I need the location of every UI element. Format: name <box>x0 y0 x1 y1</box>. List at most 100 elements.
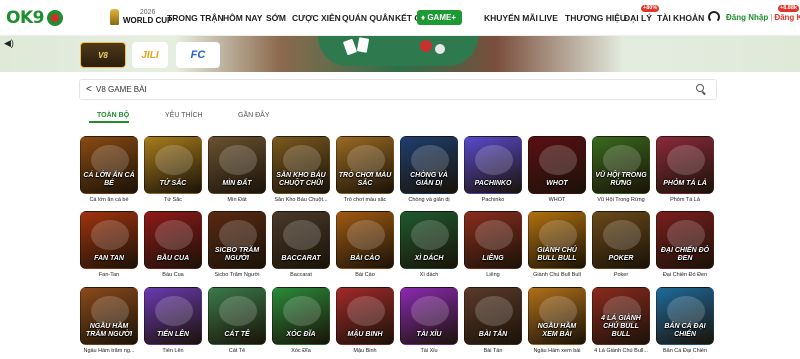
game-caption: Liêng <box>486 272 500 278</box>
nav-cuoc-xien[interactable]: CƯỢC XIÊN <box>292 12 341 24</box>
game-tile[interactable]: BÀI CÀO Bài Cào <box>336 211 396 279</box>
speaker-icon[interactable]: ◀) <box>4 38 14 48</box>
game-tile[interactable]: PHỎM TÁ LẢ Phỏm Tá Lả <box>656 136 716 204</box>
game-thumbnail[interactable]: PACHINKO <box>464 136 522 194</box>
nav-thuong-hieu[interactable]: THƯƠNG HIỆU <box>565 12 626 24</box>
provider-fc-button[interactable]: FC <box>176 42 220 68</box>
game-tile[interactable]: CÁT TÊ Cát Tê <box>208 287 268 355</box>
game-artwork <box>667 220 705 250</box>
nav-tai-khoan[interactable]: TÀI KHOẢN <box>657 12 704 24</box>
game-artwork <box>539 296 577 326</box>
nav-khuyen-mai[interactable]: KHUYẾN MÃI <box>484 12 538 24</box>
login-link[interactable]: Đăng Nhập <box>726 13 768 22</box>
support-headset-icon[interactable] <box>708 11 720 23</box>
site-logo[interactable]: OK9 <box>6 8 63 28</box>
game-thumbnail[interactable]: TIẾN LÊN <box>144 287 202 345</box>
nav-hom-nay[interactable]: HÔM NAY <box>223 12 262 24</box>
game-tile[interactable]: SICBO TRĂM NGƯỜI Sicbo Trăm Người <box>208 211 268 279</box>
game-thumbnail[interactable]: ĐẠI CHIẾN ĐỎ ĐEN <box>656 211 714 269</box>
game-thumbnail[interactable]: BACCARAT <box>272 211 330 269</box>
game-tile[interactable]: WHOT WHOT <box>528 136 588 204</box>
game-artwork <box>411 296 449 326</box>
game-thumbnail[interactable]: NGẦU HẦM XEM BÀI <box>528 287 586 345</box>
game-tile[interactable]: ĐẠI CHIẾN ĐỎ ĐEN Đại Chiến Đỏ Đen <box>656 211 716 279</box>
game-caption: Bầu Cua <box>162 272 184 278</box>
game-artwork <box>475 145 513 175</box>
game-tile[interactable]: 4 LÁ GIÀNH CHỦ BULL BULL 4 Lá Giành Chủ B… <box>592 287 652 355</box>
game-thumbnail[interactable]: TỨ SẮC <box>144 136 202 194</box>
provider-v8-button[interactable]: V8 <box>80 42 126 68</box>
game-tile[interactable]: POKER Poker <box>592 211 652 279</box>
game-tile[interactable]: NGẦU HẦM XEM BÀI Ngầu Hầm xem bài <box>528 287 588 355</box>
game-tile[interactable]: NGẦU HẦM TRĂM NGƯỜI Ngầu Hầm trăm ng... <box>80 287 140 355</box>
game-thumbnail[interactable]: CÁ LỚN ĂN CÁ BÉ <box>80 136 138 194</box>
search-bar[interactable] <box>79 79 717 100</box>
nav-quan-quan[interactable]: QUÁN QUÂN <box>342 12 394 24</box>
game-thumbnail[interactable]: MẬU BINH <box>336 287 394 345</box>
game-tile[interactable]: SĂN KHO BÁU CHUỘT CHŨI Săn Kho Báu Chuột.… <box>272 136 332 204</box>
game-thumbnail[interactable]: TÀI XỈU <box>400 287 458 345</box>
game-tile[interactable]: TIẾN LÊN Tiến Lên <box>144 287 204 355</box>
game-tile[interactable]: CHÒNG VÀ GIẢN DỊ Chòng và giản dị <box>400 136 460 204</box>
game-thumbnail[interactable]: GIÀNH CHỦ BULL BULL <box>528 211 586 269</box>
game-thumbnail[interactable]: CÁT TÊ <box>208 287 266 345</box>
nav-som[interactable]: SỚM <box>266 12 286 24</box>
game-thumbnail[interactable]: XÌ DÁCH <box>400 211 458 269</box>
game-tile[interactable]: BÀI TẤN Bài Tấn <box>464 287 524 355</box>
game-thumbnail[interactable]: CHÒNG VÀ GIẢN DỊ <box>400 136 458 194</box>
nav-live[interactable]: LIVE <box>539 12 558 24</box>
nav-trong-tran[interactable]: TRONG TRẬN <box>167 12 224 24</box>
tab-yeu-thich[interactable]: YÊU THÍCH <box>165 111 203 120</box>
game-thumbnail[interactable]: BẮN CÁ ĐẠI CHIẾN <box>656 287 714 345</box>
game-artwork <box>155 296 193 326</box>
game-thumbnail[interactable]: NGẦU HẦM TRĂM NGƯỜI <box>80 287 138 345</box>
tab-gan-day[interactable]: GẦN ĐÂY <box>238 111 270 120</box>
game-thumbnail[interactable]: POKER <box>592 211 650 269</box>
game-tile[interactable]: XÓC ĐĨA Xóc Đĩa <box>272 287 332 355</box>
game-artwork <box>411 220 449 250</box>
game-thumbnail[interactable]: PHỎM TÁ LẢ <box>656 136 714 194</box>
game-tile[interactable]: FAN TAN Fan-Tan <box>80 211 140 279</box>
game-tile[interactable]: CÁ LỚN ĂN CÁ BÉ Cá lớn ăn cá bé <box>80 136 140 204</box>
game-tile[interactable]: TRÒ CHƠI MÀU SẮC Trò chơi màu sắc <box>336 136 396 204</box>
game-thumbnail[interactable]: BÀI CÀO <box>336 211 394 269</box>
provider-jili-button[interactable]: JILI <box>132 42 168 68</box>
trophy-icon <box>110 9 119 25</box>
nav-dai-ly[interactable]: ĐẠI LÝ <box>624 12 652 24</box>
game-thumbnail[interactable]: SĂN KHO BÁU CHUỘT CHŨI <box>272 136 330 194</box>
back-arrow-icon[interactable]: < <box>86 84 92 95</box>
game-tile[interactable]: LIÊNG Liêng <box>464 211 524 279</box>
game-thumbnail[interactable]: LIÊNG <box>464 211 522 269</box>
game-tile[interactable]: BẮN CÁ ĐẠI CHIẾN Bắn Cá Đại Chiến <box>656 287 716 355</box>
game-thumbnail[interactable]: BẦU CUA <box>144 211 202 269</box>
game-tile[interactable]: TÀI XỈU Tài Xỉu <box>400 287 460 355</box>
game-thumbnail-title: MÌN ĐẤT <box>222 180 252 187</box>
game-thumbnail-title: BẦU CUA <box>156 255 190 262</box>
game-tile[interactable]: TỨ SẮC Tứ Sắc <box>144 136 204 204</box>
search-icon[interactable] <box>696 84 704 92</box>
tab-toan-bo[interactable]: TOÀN BỘ <box>97 111 129 120</box>
game-tile[interactable]: BẦU CUA Bầu Cua <box>144 211 204 279</box>
game-artwork <box>475 296 513 326</box>
auth-separator: | <box>770 13 773 22</box>
nav-game-plus-button[interactable]: ♦ GAME+ <box>417 10 462 25</box>
game-thumbnail[interactable]: SICBO TRĂM NGƯỜI <box>208 211 266 269</box>
game-thumbnail[interactable]: XÓC ĐĨA <box>272 287 330 345</box>
game-tile[interactable]: MÌN ĐẤT Mìn Đất <box>208 136 268 204</box>
game-tile[interactable]: PACHINKO Pachinko <box>464 136 524 204</box>
game-thumbnail[interactable]: MÌN ĐẤT <box>208 136 266 194</box>
register-link[interactable]: Đăng Ký <box>774 13 800 22</box>
game-tile[interactable]: GIÀNH CHỦ BULL BULL Giành Chủ Bull Bull <box>528 211 588 279</box>
game-tile[interactable]: XÌ DÁCH Xì dách <box>400 211 460 279</box>
game-thumbnail[interactable]: TRÒ CHƠI MÀU SẮC <box>336 136 394 194</box>
game-thumbnail[interactable]: FAN TAN <box>80 211 138 269</box>
game-thumbnail[interactable]: VŨ HỘI TRONG RỪNG <box>592 136 650 194</box>
game-caption: Đại Chiến Đỏ Đen <box>662 272 708 278</box>
game-tile[interactable]: BACCARAT Baccarat <box>272 211 332 279</box>
world-cup-logo[interactable]: 2026 WORLD CUP <box>110 9 172 25</box>
game-tile[interactable]: MẬU BINH Mậu Binh <box>336 287 396 355</box>
game-tile[interactable]: VŨ HỘI TRONG RỪNG Vũ Hội Trong Rừng <box>592 136 652 204</box>
game-thumbnail[interactable]: WHOT <box>528 136 586 194</box>
game-thumbnail[interactable]: 4 LÁ GIÀNH CHỦ BULL BULL <box>592 287 650 345</box>
game-thumbnail[interactable]: BÀI TẤN <box>464 287 522 345</box>
